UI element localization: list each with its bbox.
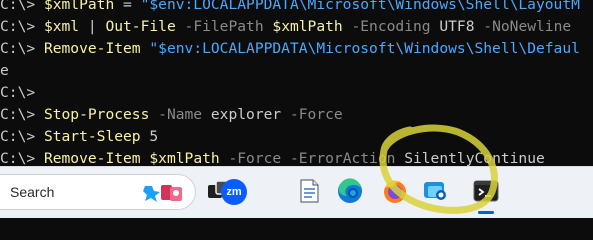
prompt-text: C:\> bbox=[0, 40, 44, 57]
command-token: Remove-Item bbox=[43, 150, 141, 166]
command-token: "$env:LOCALAPPDATA\Microsoft\Windows\She… bbox=[149, 40, 580, 57]
taskbar: Search zm bbox=[0, 166, 593, 218]
terminal-icon[interactable] bbox=[471, 176, 501, 206]
command-token: "$env:LOCALAPPDATA\Microsoft\Windows\She… bbox=[140, 0, 580, 13]
taskbar-search-box[interactable]: Search bbox=[0, 174, 196, 210]
terminal-line: C:\> Stop-Process -Name explorer -Force bbox=[0, 104, 343, 126]
command-token: UTF8 bbox=[439, 18, 475, 35]
edge-icon[interactable] bbox=[335, 176, 365, 206]
terminal-line: C:\> Remove-Item $xmlPath -Force -ErrorA… bbox=[0, 148, 545, 166]
command-token: -Encoding bbox=[342, 18, 440, 35]
terminal-line: e bbox=[0, 60, 9, 82]
terminal-line: C:\> $xml | Out-File -FilePath $xmlPath … bbox=[0, 16, 571, 38]
command-token: = bbox=[114, 0, 141, 13]
terminal-line: C:\> Remove-Item "$env:LOCALAPPDATA\Micr… bbox=[0, 38, 580, 60]
terminal-line: C:\> Start-Sleep 5 bbox=[0, 126, 158, 148]
prompt-text: C:\> bbox=[0, 84, 44, 101]
search-label: Search bbox=[10, 184, 55, 200]
search-highlight-icon bbox=[143, 185, 182, 202]
command-token: -Force bbox=[281, 106, 343, 123]
command-token: -NoNewline bbox=[474, 18, 572, 35]
terminal-line: C:\> $xmlPath = "$env:LOCALAPPDATA\Micro… bbox=[0, 0, 580, 16]
command-token: Out-File bbox=[105, 18, 176, 35]
prompt-text: C:\> bbox=[0, 128, 44, 145]
command-token: -FilePath bbox=[175, 18, 273, 35]
zoom-label: zm bbox=[221, 179, 247, 205]
command-token: | bbox=[79, 18, 106, 35]
prompt-text: C:\> bbox=[0, 0, 44, 13]
command-token: $xmlPath bbox=[43, 0, 115, 13]
command-token: $xml bbox=[43, 18, 80, 35]
command-token: -Name bbox=[149, 106, 211, 123]
prompt-text: C:\> bbox=[0, 18, 44, 35]
command-token: Start-Sleep bbox=[43, 128, 141, 145]
command-token: 5 bbox=[140, 128, 159, 145]
command-token: SilentlyContinue bbox=[404, 150, 545, 166]
terminal-line: C:\> bbox=[0, 82, 44, 104]
zoom-icon[interactable]: zm bbox=[221, 176, 251, 206]
command-token: Stop-Process bbox=[43, 106, 150, 123]
firefox-icon[interactable] bbox=[380, 176, 410, 206]
command-token: $xmlPath bbox=[272, 18, 343, 35]
command-token: Remove-Item bbox=[43, 40, 141, 57]
notepad-icon[interactable] bbox=[294, 176, 324, 206]
prompt-text: C:\> bbox=[0, 106, 44, 123]
terminal-window[interactable]: C:\> $xmlPath = "$env:LOCALAPPDATA\Micro… bbox=[0, 0, 593, 166]
line-wrap-text: e bbox=[0, 62, 9, 79]
command-token: explorer bbox=[210, 106, 282, 123]
active-app-indicator bbox=[478, 211, 494, 214]
command-token: -Force -ErrorAction bbox=[219, 150, 405, 166]
command-token: $xmlPath bbox=[149, 150, 220, 166]
snipping-tool-icon[interactable] bbox=[420, 176, 450, 206]
prompt-text: C:\> bbox=[0, 150, 44, 166]
